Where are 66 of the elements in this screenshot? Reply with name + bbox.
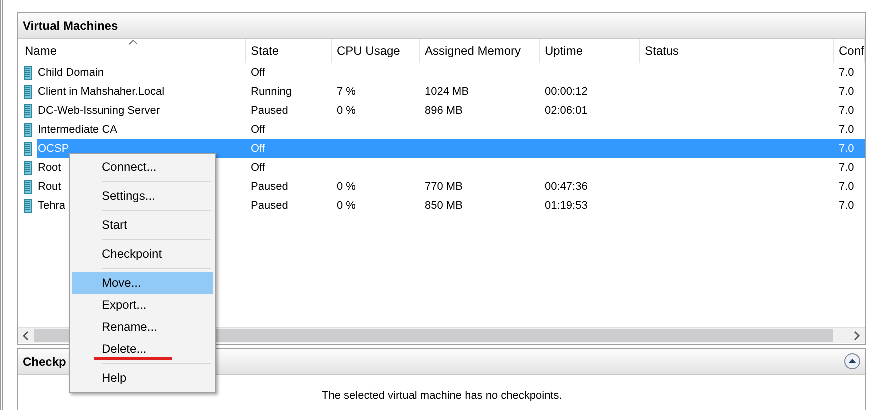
table-cell: Off (251, 142, 266, 154)
virtual-machine-icon (24, 160, 32, 174)
table-cell: 02:06:01 (545, 104, 588, 116)
table-cell: 7.0 (839, 124, 854, 136)
table-cell: 7 % (337, 86, 356, 98)
panel-title: Virtual Machines (18, 13, 865, 39)
menu-item[interactable]: Start (72, 214, 213, 236)
menu-item[interactable]: Connect... (72, 156, 213, 178)
menu-item[interactable]: Move... (72, 272, 213, 294)
table-cell: Off (251, 66, 266, 78)
virtual-machine-icon (24, 104, 32, 118)
panel-title: Checkp (23, 354, 66, 368)
menu-item[interactable]: Help (72, 367, 213, 389)
table-cell: Child Domain (38, 66, 104, 78)
column-header[interactable]: Name (20, 39, 246, 63)
table-cell: Running (251, 86, 292, 98)
table-cell: 7.0 (839, 162, 854, 174)
table-cell: Paused (251, 180, 288, 192)
table-cell: OCSP (38, 142, 70, 154)
table-cell: 7.0 (839, 142, 854, 154)
table-cell: 7.0 (839, 104, 854, 116)
empty-message: The selected virtual machine has no checkpoints. (322, 390, 562, 402)
table-cell: 7.0 (839, 86, 854, 98)
table-cell: 01:19:53 (545, 200, 588, 212)
table-cell: 0 % (337, 104, 356, 116)
table-cell: DC-Web-Issuning Server (38, 104, 160, 116)
column-header[interactable]: Conf (834, 39, 865, 63)
table-cell: 00:00:12 (545, 86, 588, 98)
table-cell: Tehra (38, 200, 66, 212)
menu-item[interactable]: Rename... (72, 316, 213, 338)
table-cell: 7.0 (839, 180, 854, 192)
table-cell: 0 % (337, 180, 356, 192)
table-cell: Paused (251, 200, 288, 212)
menu-item[interactable]: Settings... (72, 185, 213, 207)
column-header[interactable]: CPU Usage (332, 39, 420, 63)
table-cell: 896 MB (425, 104, 463, 116)
scroll-left-icon[interactable] (22, 330, 30, 340)
menu-item[interactable]: Export... (72, 294, 213, 316)
table-cell: 850 MB (425, 200, 463, 212)
virtual-machine-icon (24, 198, 32, 212)
table-cell: Rout (38, 180, 62, 192)
virtual-machine-icon (24, 180, 32, 194)
table-cell: 1024 MB (425, 86, 470, 98)
table-cell: Paused (251, 104, 288, 116)
table-cell: Client in Mahshaher.Local (38, 86, 165, 98)
virtual-machine-icon (24, 122, 32, 136)
column-header[interactable]: Uptime (540, 39, 640, 63)
column-header[interactable]: Assigned Memory (420, 39, 540, 63)
table-cell: Root (38, 162, 62, 174)
table-cell: 0 % (337, 200, 356, 212)
table-cell: Intermediate CA (38, 124, 118, 136)
column-header[interactable]: State (246, 39, 332, 63)
table-cell: 7.0 (839, 66, 854, 78)
column-header[interactable]: Status (640, 39, 834, 63)
virtual-machine-icon (24, 66, 32, 80)
table-cell: 7.0 (839, 200, 854, 212)
menu-item[interactable]: Checkpoint (72, 243, 213, 265)
table-cell: 00:47:36 (545, 180, 588, 192)
collapse-icon[interactable] (844, 353, 861, 370)
table-cell: Off (251, 124, 266, 136)
virtual-machine-icon (24, 142, 32, 156)
scroll-right-icon[interactable] (853, 330, 861, 340)
virtual-machine-icon (24, 84, 32, 98)
table-cell: 770 MB (425, 180, 463, 192)
sort-caret-icon (128, 40, 138, 45)
table-cell: Off (251, 162, 266, 174)
